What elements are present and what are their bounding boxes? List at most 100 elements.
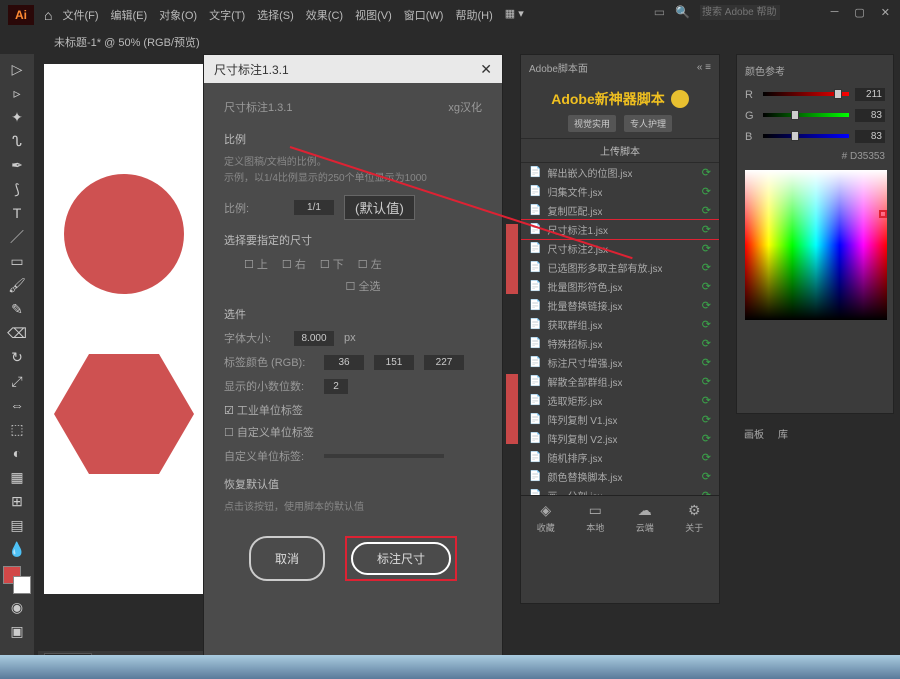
red-hexagon-shape[interactable] — [54, 354, 194, 474]
download-icon[interactable]: ⟳ — [702, 413, 711, 426]
lasso-tool-icon[interactable]: ᔐ — [3, 130, 31, 152]
minimize-icon[interactable]: ─ — [831, 6, 839, 19]
shape-builder-tool-icon[interactable]: ◐ — [3, 442, 31, 464]
pen-tool-icon[interactable]: ✒ — [3, 154, 31, 176]
type-tool-icon[interactable]: T — [3, 202, 31, 224]
line-tool-icon[interactable]: ／ — [3, 226, 31, 248]
maximize-icon[interactable]: ▢ — [854, 6, 864, 19]
free-transform-tool-icon[interactable]: ⬚ — [3, 418, 31, 440]
search-icon[interactable]: 🔍 — [675, 5, 690, 20]
label-color-g[interactable]: 151 — [374, 355, 414, 370]
script-item[interactable]: 解散全部群组.jsx⟳ — [521, 372, 719, 391]
ratio-default-button[interactable]: (默认值) — [344, 195, 415, 220]
gradient-tool-icon[interactable]: ▤ — [3, 514, 31, 536]
download-icon[interactable]: ⟳ — [702, 204, 711, 217]
menu-file[interactable]: 文件(F) — [62, 7, 98, 23]
menu-type[interactable]: 文字(T) — [209, 7, 245, 23]
eyedropper-tool-icon[interactable]: 💧 — [3, 538, 31, 560]
tag-support[interactable]: 专人护理 — [624, 115, 672, 132]
download-icon[interactable]: ⟳ — [702, 318, 711, 331]
script-item[interactable]: 画一分剖.jsx⟳ — [521, 486, 719, 495]
tab-library[interactable]: 库 — [778, 426, 788, 442]
script-item[interactable]: 标注尺寸增强.jsx⟳ — [521, 353, 719, 372]
fill-stroke-swatch[interactable] — [3, 566, 31, 594]
menu-help[interactable]: 帮助(H) — [455, 7, 492, 23]
script-item[interactable]: 批量替换链接.jsx⟳ — [521, 296, 719, 315]
check-industrial-units[interactable]: 工业单位标签 — [224, 405, 303, 417]
download-icon[interactable]: ⟳ — [702, 470, 711, 483]
perspective-tool-icon[interactable]: ▦ — [3, 466, 31, 488]
download-icon[interactable]: ⟳ — [702, 166, 711, 179]
script-item[interactable]: 随机排序.jsx⟳ — [521, 448, 719, 467]
r-value[interactable]: 211 — [855, 88, 885, 101]
check-right[interactable]: 右 — [282, 256, 306, 272]
download-icon[interactable]: ⟳ — [702, 223, 711, 236]
label-color-b[interactable]: 227 — [424, 355, 464, 370]
workspace-icon[interactable]: ▦ ▾ — [505, 7, 524, 23]
download-icon[interactable]: ⟳ — [702, 299, 711, 312]
direct-selection-tool-icon[interactable]: ▹ — [3, 82, 31, 104]
draw-mode-icon[interactable]: ◉ — [3, 596, 31, 618]
script-item[interactable]: 归集文件.jsx⟳ — [521, 182, 719, 201]
download-icon[interactable]: ⟳ — [702, 432, 711, 445]
scripts-category[interactable]: 上传脚本 — [521, 138, 719, 163]
download-icon[interactable]: ⟳ — [702, 242, 711, 255]
tag-practical[interactable]: 视觉实用 — [568, 115, 616, 132]
g-value[interactable]: 83 — [855, 109, 885, 122]
panel-menu-icon[interactable]: ≡ — [705, 62, 711, 73]
download-icon[interactable]: ⟳ — [702, 337, 711, 350]
document-tab[interactable]: 未标题-1* @ 50% (RGB/预览) — [44, 30, 900, 54]
rotate-tool-icon[interactable]: ↻ — [3, 346, 31, 368]
script-item[interactable]: 选取矩形.jsx⟳ — [521, 391, 719, 410]
home-icon[interactable]: ⌂ — [44, 7, 52, 23]
r-slider[interactable] — [763, 92, 849, 98]
selection-tool-icon[interactable]: ▷ — [3, 58, 31, 80]
annotate-button[interactable]: 标注尺寸 — [351, 542, 451, 575]
script-item[interactable]: 复制匹配.jsx⟳ — [521, 201, 719, 220]
pencil-tool-icon[interactable]: ✎ — [3, 298, 31, 320]
download-icon[interactable]: ⟳ — [702, 451, 711, 464]
dialog-close-icon[interactable]: ✕ — [480, 61, 492, 78]
brush-tool-icon[interactable]: 🖌 — [3, 274, 31, 296]
hex-value[interactable]: D35353 — [850, 151, 885, 162]
script-item[interactable]: 解出嵌入的位图.jsx⟳ — [521, 163, 719, 182]
nav-about[interactable]: ⚙关于 — [685, 502, 703, 534]
menu-effect[interactable]: 效果(C) — [306, 7, 343, 23]
check-all[interactable]: 全选 — [346, 278, 381, 294]
rectangle-tool-icon[interactable]: ▭ — [3, 250, 31, 272]
nav-cloud[interactable]: ☁云端 — [636, 502, 654, 534]
download-icon[interactable]: ⟳ — [702, 489, 711, 495]
script-item[interactable]: 已选图形多取主部有放.jsx⟳ — [521, 258, 719, 277]
b-value[interactable]: 83 — [855, 130, 885, 143]
script-item[interactable]: 颜色替换脚本.jsx⟳ — [521, 467, 719, 486]
ratio-input[interactable]: 1/1 — [294, 200, 334, 215]
nav-favorite[interactable]: ◈收藏 — [537, 502, 555, 534]
mesh-tool-icon[interactable]: ⊞ — [3, 490, 31, 512]
close-icon[interactable]: ✕ — [881, 6, 890, 19]
arrange-docs-icon[interactable]: ▭ — [654, 5, 665, 20]
red-circle-shape[interactable] — [64, 174, 184, 294]
nav-local[interactable]: ▭本地 — [586, 502, 604, 534]
eraser-tool-icon[interactable]: ⌫ — [3, 322, 31, 344]
script-item[interactable]: 阵列复制 V2.jsx⟳ — [521, 429, 719, 448]
magic-wand-tool-icon[interactable]: ✦ — [3, 106, 31, 128]
script-item[interactable]: 特殊招标.jsx⟳ — [521, 334, 719, 353]
check-custom-units[interactable]: 自定义单位标签 — [224, 427, 314, 439]
download-icon[interactable]: ⟳ — [702, 394, 711, 407]
menu-select[interactable]: 选择(S) — [257, 7, 294, 23]
script-item[interactable]: 尺寸标注1.jsx⟳ — [521, 220, 719, 239]
artboard[interactable] — [44, 64, 204, 594]
g-slider[interactable] — [763, 113, 849, 119]
font-size-input[interactable]: 8.000 — [294, 331, 334, 346]
download-icon[interactable]: ⟳ — [702, 356, 711, 369]
script-item[interactable]: 尺寸标注2.jsx⟳ — [521, 239, 719, 258]
label-color-r[interactable]: 36 — [324, 355, 364, 370]
menu-view[interactable]: 视图(V) — [355, 7, 392, 23]
panel-collapse-icon[interactable]: « — [697, 62, 703, 73]
menu-edit[interactable]: 编辑(E) — [111, 7, 148, 23]
menu-window[interactable]: 窗口(W) — [404, 7, 444, 23]
script-item[interactable]: 批量图形符色.jsx⟳ — [521, 277, 719, 296]
decimals-input[interactable]: 2 — [324, 379, 348, 394]
check-down[interactable]: 下 — [320, 256, 344, 272]
check-left[interactable]: 左 — [358, 256, 382, 272]
